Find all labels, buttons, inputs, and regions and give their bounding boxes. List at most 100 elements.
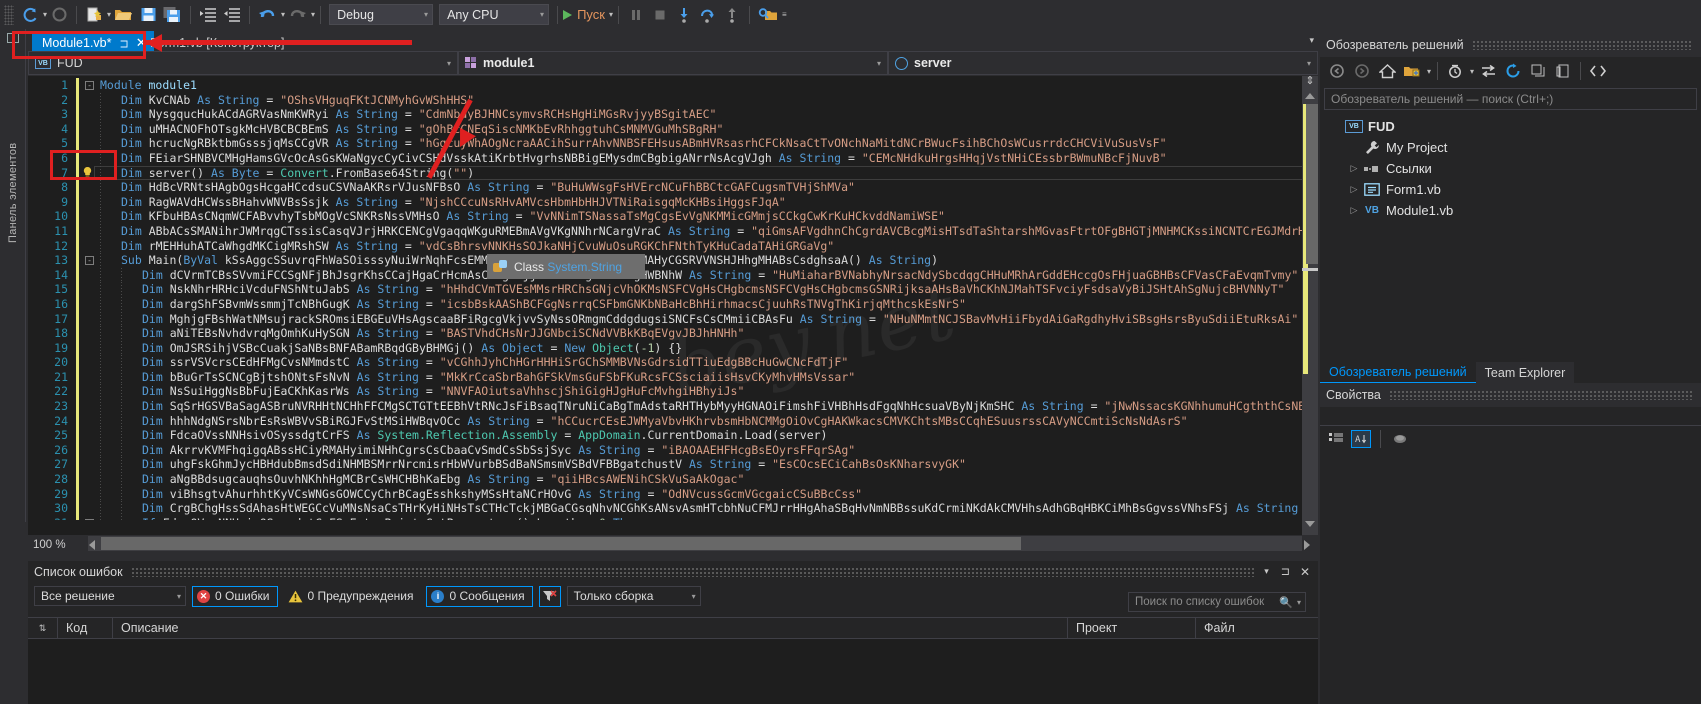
solution-configuration-combo[interactable]: Debug ▾ bbox=[329, 4, 433, 25]
code-line[interactable]: 10Dim KFbuHBAsCNqmWCFABvvhyTsbMOgVcSNKRs… bbox=[28, 209, 1318, 224]
code-line[interactable]: 6Dim FEiarSHNBVCMHgHamsGVcOcAsGsKWaNgycC… bbox=[28, 151, 1318, 166]
code-line[interactable]: 30Dim CrgBChgHssSdAhasHtWEGCcVuMNsNsaCsT… bbox=[28, 501, 1318, 516]
sync-with-active-document-icon[interactable] bbox=[1477, 60, 1499, 82]
build-filter-combo[interactable]: Только сборка ▾ bbox=[567, 586, 701, 606]
toolbar-overflow-icon[interactable]: ≡ bbox=[782, 10, 787, 19]
expand-arrow-icon[interactable]: ▷ bbox=[1346, 163, 1362, 174]
code-editor[interactable]: bey.net 1-Module module12Dim KvCNAb As S… bbox=[28, 76, 1318, 535]
close-icon[interactable]: ✕ bbox=[1300, 565, 1310, 579]
start-dropdown-icon[interactable]: ▾ bbox=[609, 10, 613, 19]
expand-arrow-icon[interactable]: ▷ bbox=[1346, 184, 1362, 195]
home-icon[interactable] bbox=[1376, 60, 1398, 82]
code-line[interactable]: 1-Module module1 bbox=[28, 78, 1318, 93]
outdent-icon[interactable] bbox=[220, 3, 244, 27]
indent-icon[interactable] bbox=[196, 3, 220, 27]
pending-changes-dropdown-icon[interactable]: ▾ bbox=[1470, 67, 1474, 76]
start-debug-icon[interactable] bbox=[563, 10, 572, 20]
search-icon[interactable]: 🔍 bbox=[1279, 596, 1293, 609]
panel-menu-icon[interactable]: ▾ bbox=[1264, 566, 1269, 577]
code-line[interactable]: 27Dim uhgFskGhmJycHBHdubBmsdSdiNHMBSMrrN… bbox=[28, 457, 1318, 472]
solution-tree-item[interactable]: My Project bbox=[1320, 137, 1701, 158]
search-options-icon[interactable]: ▾ bbox=[1297, 598, 1301, 607]
redo-dropdown-icon[interactable]: ▾ bbox=[311, 10, 315, 19]
refresh-icon[interactable] bbox=[1502, 60, 1524, 82]
code-line[interactable]: 26Dim AkrrvKVMFhqigqABssHCiyRMAHyimiNHhC… bbox=[28, 443, 1318, 458]
step-out-icon[interactable] bbox=[720, 3, 744, 27]
save-icon[interactable] bbox=[136, 3, 160, 27]
chevron-down-icon[interactable]: ▾ bbox=[447, 59, 451, 68]
code-line[interactable]: 31-If FdcaOVssNNHsivOSyssdgtCrFS.EntryPo… bbox=[28, 516, 1318, 520]
chevron-down-icon[interactable]: ▾ bbox=[877, 59, 881, 68]
code-line[interactable]: 13-Sub Main(ByVal kSsAggcSSuvrqFhWaSOiss… bbox=[28, 253, 1318, 268]
undo-icon[interactable] bbox=[255, 3, 280, 27]
column-header-icon[interactable]: ⇅ bbox=[28, 617, 58, 639]
code-line[interactable]: 28Dim aNgBBdsugcauqhsOuvhNKhhHgMCBrCsWHC… bbox=[28, 472, 1318, 487]
error-list-search-input[interactable]: Поиск по списку ошибок 🔍 ▾ bbox=[1128, 592, 1306, 612]
code-line[interactable]: 18Dim aNiTEBsNvhdvrqMgOmhKuHySGN As Stri… bbox=[28, 326, 1318, 341]
scroll-down-icon[interactable] bbox=[1305, 521, 1315, 527]
start-debug-label[interactable]: Пуск bbox=[577, 7, 605, 22]
error-list-grid[interactable] bbox=[28, 639, 1318, 704]
solution-tree-item[interactable]: ▷VBModule1.vb bbox=[1320, 200, 1701, 221]
code-line[interactable]: 21Dim bBuGrTsSCNCgBjtshONtsFsNvN As Stri… bbox=[28, 370, 1318, 385]
step-into-icon[interactable] bbox=[672, 3, 696, 27]
code-line[interactable]: 14Dim dCVrmTCBsSVvmiFCCSgNFjBhJsgrKhsCCa… bbox=[28, 268, 1318, 283]
solution-tree[interactable]: VBFUDMy Project▷Ссылки▷Form1.vb▷VBModule… bbox=[1320, 110, 1701, 221]
pin-icon[interactable]: ⊐ bbox=[120, 36, 129, 50]
tab-solution-explorer[interactable]: Обозреватель решений bbox=[1320, 362, 1476, 383]
code-line[interactable]: 17Dim MghjgFBshWatNMsujrackSROmsiEBGEuVH… bbox=[28, 312, 1318, 327]
step-over-icon[interactable] bbox=[696, 3, 720, 27]
code-line[interactable]: 2Dim KvCNAb As String = "OShsVHguqFKtJCN… bbox=[28, 93, 1318, 108]
member-navbar[interactable]: server ▾ bbox=[888, 51, 1318, 75]
code-line[interactable]: 22Dim NsSuiHggNsBbFujEaCKhKasrWs As Stri… bbox=[28, 384, 1318, 399]
navigate-forward-icon[interactable] bbox=[47, 3, 71, 27]
type-navbar[interactable]: module1 ▾ bbox=[458, 51, 888, 75]
back-icon[interactable] bbox=[1326, 60, 1348, 82]
show-all-files-icon[interactable] bbox=[1587, 60, 1609, 82]
redo-icon[interactable] bbox=[285, 3, 310, 27]
code-line[interactable]: 23Dim SqSrHGSVBaSagASBruNVRHHtNCHhFFCMgS… bbox=[28, 399, 1318, 414]
code-line[interactable]: 15Dim NskNhrHRHciVcduFNShNtuJabS As Stri… bbox=[28, 282, 1318, 297]
editor-hscroll-thumb[interactable] bbox=[101, 537, 1021, 550]
properties-icon[interactable] bbox=[1552, 60, 1574, 82]
categorized-icon[interactable] bbox=[1326, 430, 1346, 448]
warnings-toggle-button[interactable]: 0 Предупреждения bbox=[284, 586, 421, 607]
code-line[interactable]: 8Dim HdBcVRNtsHAgbOgsHcgaHCcdsuCSVNaAKRs… bbox=[28, 180, 1318, 195]
code-line[interactable]: 7Dim server() As Byte = Convert.FromBase… bbox=[28, 166, 1318, 181]
expand-arrow-icon[interactable]: ▷ bbox=[1346, 205, 1362, 216]
messages-toggle-button[interactable]: i 0 Сообщения bbox=[426, 586, 532, 607]
code-line[interactable]: 24Dim hhhNdgNSrsNbrEsRsWBVvSBiRGJFvStMSi… bbox=[28, 414, 1318, 429]
new-item-icon[interactable] bbox=[82, 3, 106, 27]
pending-changes-icon[interactable] bbox=[1444, 60, 1466, 82]
switch-views-icon[interactable] bbox=[1401, 60, 1423, 82]
solution-tree-item[interactable]: ▷Form1.vb bbox=[1320, 179, 1701, 200]
code-line[interactable]: 11Dim ABbACsSMANihrJWMrqgCTssisCasqVJrjH… bbox=[28, 224, 1318, 239]
code-line[interactable]: 9Dim RagWAVdHCWssBHahvWNVBsSsjk As Strin… bbox=[28, 195, 1318, 210]
scroll-up-icon[interactable] bbox=[1305, 93, 1315, 99]
editor-split-handle[interactable]: ⇕ bbox=[1303, 74, 1317, 88]
pin-icon[interactable]: ⊐ bbox=[1281, 565, 1290, 578]
alphabetical-icon[interactable]: A bbox=[1351, 430, 1371, 448]
save-all-icon[interactable] bbox=[160, 3, 185, 27]
fold-toggle-icon[interactable]: - bbox=[85, 256, 94, 265]
properties-page-icon[interactable] bbox=[1390, 430, 1410, 448]
error-scope-combo[interactable]: Все решение ▾ bbox=[34, 586, 186, 606]
code-lines-container[interactable]: 1-Module module12Dim KvCNAb As String = … bbox=[28, 78, 1318, 520]
clear-filter-icon[interactable] bbox=[539, 586, 561, 607]
lightbulb-icon[interactable] bbox=[81, 166, 94, 179]
code-line[interactable]: 3Dim NysgqucHukACdAGRVasNmKWRyi As Strin… bbox=[28, 107, 1318, 122]
find-in-files-icon[interactable] bbox=[755, 3, 781, 27]
navigate-back-icon[interactable] bbox=[18, 3, 42, 27]
solution-explorer-search-input[interactable]: Обозреватель решений — поиск (Ctrl+;) bbox=[1324, 88, 1697, 110]
chevron-down-icon[interactable]: ▾ bbox=[1307, 59, 1311, 68]
scroll-left-icon[interactable] bbox=[89, 540, 95, 550]
editor-scroll-thumb[interactable] bbox=[1306, 104, 1318, 264]
tab-team-explorer[interactable]: Team Explorer bbox=[1476, 362, 1575, 383]
code-line[interactable]: 4Dim uMHACNOFhOTsgkMcHVBCBCBEmS As Strin… bbox=[28, 122, 1318, 137]
code-line[interactable]: 12Dim rMEHHuhATCaWhgdMKCigMRshSW As Stri… bbox=[28, 239, 1318, 254]
column-header-code[interactable]: Код bbox=[58, 617, 113, 639]
switch-views-dropdown-icon[interactable]: ▾ bbox=[1427, 67, 1431, 76]
fold-toggle-icon[interactable]: - bbox=[85, 519, 94, 520]
code-line[interactable]: 16Dim dargShFSBvmWssmmjTcNBhGugK As Stri… bbox=[28, 297, 1318, 312]
toolbox-vertical-tab[interactable]: Панель элементов bbox=[0, 29, 26, 522]
